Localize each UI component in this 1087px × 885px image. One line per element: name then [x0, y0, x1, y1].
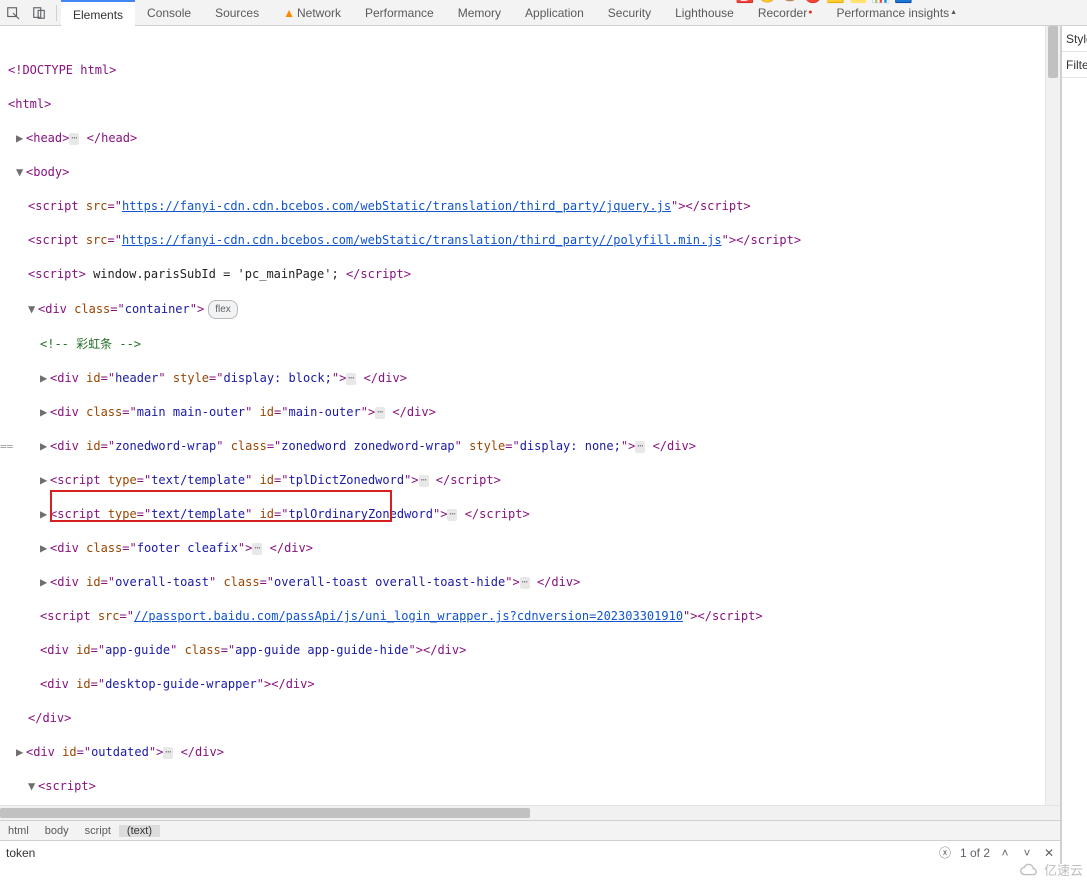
- dom-node[interactable]: ▶<div class="footer cleafix">⋯ </div>: [2, 540, 1060, 557]
- dom-node[interactable]: <div id="app-guide" class="app-guide app…: [2, 642, 1060, 659]
- divider: [56, 5, 57, 21]
- tab-recorder[interactable]: Recorder●: [746, 0, 825, 26]
- dom-node[interactable]: ▶<div id="outdated">⋯ </div>: [2, 744, 1060, 761]
- close-search-icon[interactable]: ✕: [1038, 842, 1060, 864]
- dom-node[interactable]: </div>: [2, 710, 1060, 727]
- dom-node[interactable]: ▶<script type="text/template" id="tplDic…: [2, 472, 1060, 489]
- dom-node[interactable]: <script src="https://fanyi-cdn.cdn.bcebo…: [2, 198, 1060, 215]
- tab-application[interactable]: Application: [513, 0, 596, 26]
- horizontal-scrollbar[interactable]: [0, 805, 1060, 820]
- selected-line-marker: ==: [0, 438, 13, 455]
- crumb-text[interactable]: (text): [119, 825, 160, 837]
- crumb-html[interactable]: html: [0, 825, 37, 837]
- dom-node[interactable]: <!DOCTYPE html>: [2, 62, 1060, 79]
- ellipsis-icon[interactable]: ⋯: [69, 133, 79, 145]
- dom-node[interactable]: ▼<script>: [2, 778, 1060, 795]
- dom-node[interactable]: <html>: [2, 96, 1060, 113]
- dom-node[interactable]: <script src="//passport.baidu.com/passAp…: [2, 608, 1060, 625]
- search-bar: ⓧ 1 of 2 ˄ ˅ ✕: [0, 840, 1060, 864]
- dom-node[interactable]: <div id="desktop-guide-wrapper"></div>: [2, 676, 1060, 693]
- dom-node[interactable]: ▶<head>⋯ </head>: [2, 130, 1060, 147]
- dom-node[interactable]: ▶<div id="overall-toast" class="overall-…: [2, 574, 1060, 591]
- tab-security[interactable]: Security: [596, 0, 663, 26]
- dom-node[interactable]: ▶<script type="text/template" id="tplOrd…: [2, 506, 1060, 523]
- inspect-icon[interactable]: [5, 5, 21, 21]
- dom-node[interactable]: ▼<body>: [2, 164, 1060, 181]
- vertical-scrollbar[interactable]: [1045, 26, 1060, 805]
- tab-network[interactable]: ▲Network: [271, 0, 353, 26]
- search-count: 1 of 2: [956, 846, 994, 860]
- elements-panel: == <!DOCTYPE html> <html> ▶<head>⋯ </hea…: [0, 26, 1061, 864]
- next-match-icon[interactable]: ˅: [1016, 842, 1038, 864]
- filter-field[interactable]: Filte: [1062, 52, 1087, 78]
- dom-node[interactable]: <script> window.parisSubId = 'pc_mainPag…: [2, 266, 1060, 283]
- tab-memory[interactable]: Memory: [446, 0, 513, 26]
- tab-elements[interactable]: Elements: [61, 0, 135, 26]
- dom-node[interactable]: <script src="https://fanyi-cdn.cdn.bcebo…: [2, 232, 1060, 249]
- tab-performance-insights[interactable]: Performance insights▲: [824, 0, 969, 26]
- search-input[interactable]: [0, 846, 934, 860]
- insights-dot-icon: ▲: [950, 9, 957, 16]
- breadcrumb: html body script (text): [0, 820, 1060, 840]
- dom-node[interactable]: ▼<div class="container">flex: [2, 300, 1060, 319]
- flex-badge[interactable]: flex: [208, 300, 238, 319]
- devtools-tabs: Elements Console Sources ▲Network Perfor…: [0, 0, 1087, 26]
- tab-sources[interactable]: Sources: [203, 0, 271, 26]
- dom-tree[interactable]: == <!DOCTYPE html> <html> ▶<head>⋯ </hea…: [0, 26, 1060, 805]
- clear-icon[interactable]: ⓧ: [934, 842, 956, 864]
- dom-node[interactable]: ▶<div id="header" style="display: block;…: [2, 370, 1060, 387]
- crumb-body[interactable]: body: [37, 825, 77, 837]
- scrollbar-thumb[interactable]: [0, 808, 530, 818]
- styles-panel: Style Filte: [1061, 26, 1087, 864]
- dom-node[interactable]: ▶<div class="main main-outer" id="main-o…: [2, 404, 1060, 421]
- crumb-script[interactable]: script: [77, 825, 119, 837]
- tab-console[interactable]: Console: [135, 0, 203, 26]
- dom-node[interactable]: ▶<div id="zonedword-wrap" class="zonedwo…: [2, 438, 1060, 455]
- scrollbar-thumb[interactable]: [1048, 26, 1058, 78]
- dom-node[interactable]: <!-- 彩虹条 -->: [2, 336, 1060, 353]
- tab-performance[interactable]: Performance: [353, 0, 446, 26]
- tab-lighthouse[interactable]: Lighthouse: [663, 0, 746, 26]
- recorder-dot-icon: ●: [808, 9, 812, 16]
- styles-tab[interactable]: Style: [1062, 26, 1087, 52]
- device-toggle-icon[interactable]: [31, 5, 47, 21]
- prev-match-icon[interactable]: ˄: [994, 842, 1016, 864]
- cloud-icon: [1018, 863, 1040, 877]
- warning-icon: ▲: [283, 6, 297, 20]
